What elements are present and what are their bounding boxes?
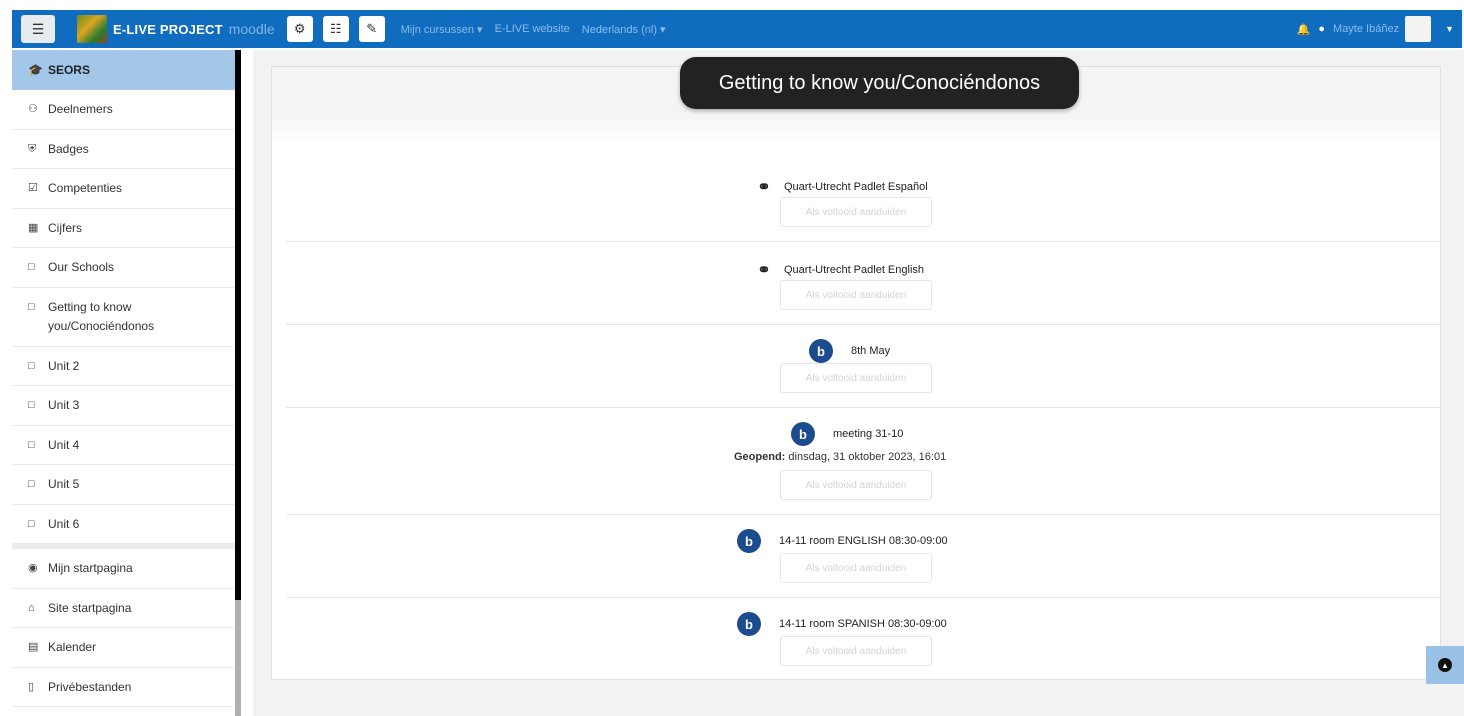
edit-icon[interactable]: ✎ bbox=[358, 16, 385, 42]
folder-icon: □ bbox=[28, 438, 35, 451]
sidebar-item-site-startpagina[interactable]: ⌂ Site startpagina bbox=[12, 589, 235, 628]
mark-done-button[interactable]: Als voltooid aanduiden bbox=[780, 470, 932, 500]
checkbox-icon: ☑ bbox=[28, 182, 38, 194]
mark-done-button[interactable]: Als voltooid aanduiden bbox=[780, 553, 932, 583]
graduation-cap-icon: 🎓 bbox=[28, 63, 43, 77]
folder-icon: □ bbox=[28, 300, 35, 313]
mark-done-button[interactable]: Als voltooid aanduiden bbox=[780, 636, 932, 666]
activity-item: ⚭ Quart-Utrecht Padlet Español Als volto… bbox=[286, 159, 1440, 242]
sidebar-item-unit-5[interactable]: □ Unit 5 bbox=[12, 465, 235, 505]
user-area: 🔔 ● Mayte Ibáñez ▼ bbox=[1297, 10, 1454, 48]
bigbluebutton-icon: b bbox=[791, 422, 815, 446]
hamburger-icon[interactable]: ☰ bbox=[21, 15, 55, 43]
users-icon: ⚇ bbox=[28, 103, 38, 115]
section-header-fade bbox=[272, 119, 1440, 147]
sidebar-item-unit-6[interactable]: □ Unit 6 bbox=[12, 505, 235, 544]
bigbluebutton-icon: b bbox=[737, 529, 761, 553]
main-region: Getting to know you/Conociéndonos ⚭ Quar… bbox=[253, 50, 1464, 716]
folder-icon: □ bbox=[28, 261, 35, 273]
dashboard-icon: ◉ bbox=[28, 562, 38, 574]
cogs-icon[interactable]: ⚙ bbox=[286, 16, 313, 42]
sidebar-item-cijfers[interactable]: ▦ Cijfers bbox=[12, 209, 235, 248]
sidebar-item-unit-4[interactable]: □ Unit 4 bbox=[12, 426, 235, 465]
link-icon: ⚭ bbox=[757, 262, 771, 279]
folder-icon: □ bbox=[28, 359, 35, 372]
activity-item: ⚭ Quart-Utrecht Padlet English Als volto… bbox=[286, 242, 1440, 325]
site-name[interactable]: E-LIVE PROJECT bbox=[113, 22, 223, 37]
chat-icon[interactable]: ● bbox=[1318, 23, 1325, 35]
folder-icon: □ bbox=[28, 399, 35, 411]
sidebar-item-course[interactable]: 🎓 SEORS bbox=[12, 50, 235, 90]
activity-item: b 8th May Als voltooid aanduiden bbox=[286, 325, 1440, 408]
opened-date: dinsdag, 31 oktober 2023, 16:01 bbox=[788, 451, 947, 463]
section-title: Getting to know you/Conociéndonos bbox=[680, 57, 1079, 109]
activity-line: ⚭ Quart-Utrecht Padlet English bbox=[750, 260, 924, 280]
folder-icon: □ bbox=[28, 478, 35, 490]
chevron-down-icon[interactable]: ▼ bbox=[1445, 24, 1454, 34]
sidebar-item-privebestanden[interactable]: ▯ Privébestanden bbox=[12, 668, 235, 707]
bigbluebutton-icon: b bbox=[737, 612, 761, 636]
course-nav-drawer: 🎓 SEORS ⚇ Deelnemers ⛨ Badges ☑ Competentie… bbox=[12, 50, 236, 716]
activity-line: b 14-11 room SPANISH 08:30-09:00 bbox=[737, 612, 947, 636]
folder-icon: □ bbox=[28, 517, 35, 530]
mark-done-button[interactable]: Als voltooid aanduiden bbox=[780, 280, 932, 310]
activity-item: b 14-11 room SPANISH 08:30-09:00 Als vol… bbox=[286, 598, 1440, 678]
activity-line: b 8th May bbox=[809, 339, 890, 363]
avatar[interactable] bbox=[1405, 16, 1432, 42]
table-icon: ▦ bbox=[28, 221, 39, 234]
sidebar-item-unit-2[interactable]: □ Unit 2 bbox=[12, 347, 235, 386]
activity-link[interactable]: 8th May bbox=[851, 345, 890, 357]
mark-done-button[interactable]: Als voltooid aanduiden bbox=[780, 363, 932, 393]
sidebar-item-our-schools[interactable]: □ Our Schools bbox=[12, 248, 235, 288]
back-to-top-button[interactable]: ▲ bbox=[1426, 646, 1464, 684]
opened-label: Geopend: bbox=[734, 451, 786, 463]
file-icon: ▯ bbox=[28, 680, 35, 693]
elive-website-link[interactable]: E-LIVE website bbox=[495, 23, 570, 35]
calendar-icon: ▤ bbox=[28, 641, 39, 653]
sidebar-item-badges[interactable]: ⛨ Badges bbox=[12, 130, 235, 169]
sidebar-item-competenties[interactable]: ☑ Competenties bbox=[12, 169, 235, 209]
sidebar-item-getting-to-know[interactable]: □ Getting to know you/Conociéndonos bbox=[12, 288, 235, 347]
activity-line: ⚭ Quart-Utrecht Padlet Español bbox=[750, 177, 928, 197]
shield-icon: ⛨ bbox=[28, 142, 37, 155]
activity-item: b meeting 31-10 Geopend: dinsdag, 31 okt… bbox=[286, 408, 1440, 515]
moodle-wordmark: moodle bbox=[228, 21, 275, 37]
activity-line: b meeting 31-10 bbox=[791, 422, 903, 446]
activity-item: b 14-11 room ENGLISH 08:30-09:00 Als vol… bbox=[286, 515, 1440, 598]
link-icon: ⚭ bbox=[757, 179, 771, 196]
activity-link[interactable]: 14-11 room SPANISH 08:30-09:00 bbox=[779, 618, 947, 630]
arrow-up-circle-icon: ▲ bbox=[1438, 658, 1452, 672]
bigbluebutton-icon: b bbox=[809, 339, 833, 363]
sidebar-item-unit-3[interactable]: □ Unit 3 bbox=[12, 386, 235, 426]
sidebar-item-deelnemers[interactable]: ⚇ Deelnemers bbox=[12, 90, 235, 130]
bell-icon[interactable]: 🔔 bbox=[1297, 23, 1311, 36]
activity-link[interactable]: 14-11 room ENGLISH 08:30-09:00 bbox=[779, 535, 948, 547]
mark-done-button[interactable]: Als voltooid aanduiden bbox=[780, 197, 932, 227]
section-card: Getting to know you/Conociéndonos ⚭ Quar… bbox=[271, 57, 1441, 680]
activity-link[interactable]: meeting 31-10 bbox=[833, 428, 903, 440]
language-menu[interactable]: Nederlands (nl) ▾ bbox=[582, 23, 666, 36]
activity-line: b 14-11 room ENGLISH 08:30-09:00 bbox=[737, 529, 948, 553]
site-logo[interactable] bbox=[77, 15, 107, 43]
activity-link[interactable]: Quart-Utrecht Padlet Español bbox=[784, 181, 928, 193]
opened-info: Geopend: dinsdag, 31 oktober 2023, 16:01 bbox=[734, 451, 946, 463]
home-icon: ⌂ bbox=[28, 601, 35, 614]
user-name[interactable]: Mayte Ibáñez bbox=[1333, 23, 1399, 35]
sidebar-scrollbar[interactable] bbox=[235, 50, 241, 716]
top-navbar: ☰ E-LIVE PROJECT moodle ⚙ ☷ ✎ Mijn cursu… bbox=[12, 10, 1462, 48]
my-courses-menu[interactable]: Mijn cursussen ▾ bbox=[401, 23, 483, 36]
sidebar-item-kalender[interactable]: ▤ Kalender bbox=[12, 628, 235, 668]
sitemap-icon[interactable]: ☷ bbox=[322, 16, 349, 42]
sidebar-item-mijn-startpagina[interactable]: ◉ Mijn startpagina bbox=[12, 549, 235, 589]
activity-link[interactable]: Quart-Utrecht Padlet English bbox=[784, 264, 924, 276]
